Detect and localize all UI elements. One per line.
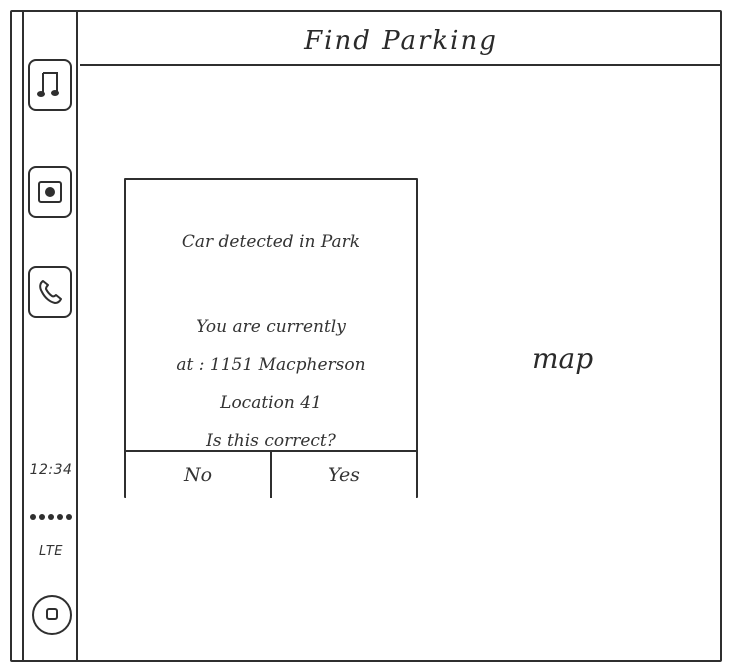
network-lte-label: LTE <box>38 544 63 559</box>
dialog-message-line: Location 41 <box>220 393 322 413</box>
dialog-message-line: You are currently <box>196 317 346 337</box>
media-icon <box>38 181 62 203</box>
sidebar: 12:34 LTE <box>12 12 78 660</box>
phone-app-button[interactable] <box>28 266 72 318</box>
media-app-button[interactable] <box>28 166 72 218</box>
phone-icon <box>39 280 62 304</box>
dialog-message: You are currently at : 1151 Macpherson L… <box>126 308 416 460</box>
parking-confirmation-dialog: Car detected in Park You are currently a… <box>124 178 418 498</box>
dialog-actions: No Yes <box>126 450 416 498</box>
dialog-message-line: at : 1151 Macpherson <box>176 355 366 375</box>
map-label: map <box>532 342 594 375</box>
sidebar-edge <box>22 12 24 660</box>
header: Find Parking <box>80 12 722 66</box>
music-icon <box>37 72 59 97</box>
signal-strength-icon <box>24 512 78 522</box>
dialog-title: Car detected in Park <box>181 232 361 252</box>
page-title: Find Parking <box>304 26 498 56</box>
no-button[interactable]: No <box>126 452 272 498</box>
music-app-button[interactable] <box>28 59 72 111</box>
status-time: 12:34 <box>29 462 73 478</box>
home-button[interactable] <box>32 595 72 635</box>
yes-button[interactable]: Yes <box>272 452 416 498</box>
